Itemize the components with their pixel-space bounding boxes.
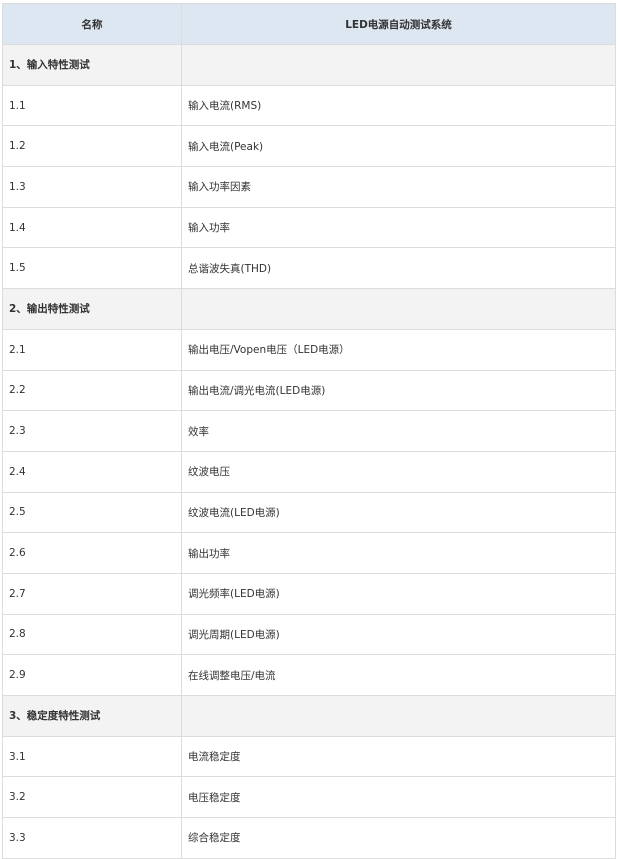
item-name-cell: 电压稳定度: [181, 776, 616, 819]
table-body: 1、输入特性测试 1.1 输入电流(RMS) 1.2 输入电流(Peak) 1.3 输入功率…: [2, 44, 616, 859]
item-number-cell: 2.8: [2, 613, 182, 656]
table-row: 2.1 输出电压/Vopen电压（LED电源）: [2, 328, 616, 371]
item-number-cell: 2.9: [2, 654, 182, 696]
table-row: 1.3 输入功率因素: [2, 166, 616, 208]
item-name-cell: 输入功率因素: [181, 166, 616, 208]
section-empty-cell: [181, 44, 616, 86]
table-row: 2.7 调光频率(LED电源): [2, 572, 616, 615]
table-row: 2.9 在线调整电压/电流: [2, 654, 616, 696]
table-row: 2.6 输出功率: [2, 532, 616, 574]
item-name-cell: 输入功率: [181, 206, 616, 249]
item-name-cell: 总谐波失真(THD): [181, 247, 616, 290]
table-row: 2.5 纹波电流(LED电源): [2, 491, 616, 534]
item-name-cell: 输出电流/调光电流(LED电源): [181, 369, 616, 412]
item-number-cell: 2.2: [2, 369, 182, 412]
item-number-cell: 1.4: [2, 206, 182, 249]
section-empty-cell: [181, 288, 616, 330]
table-row: 3.1 电流稳定度: [2, 735, 616, 778]
header-system-cell: LED电源自动测试系统: [181, 3, 616, 45]
section-title-cell: 3、稳定度特性测试: [2, 695, 182, 737]
section-empty-cell: [181, 695, 616, 737]
item-number-cell: 1.2: [2, 125, 182, 168]
item-name-cell: 纹波电压: [181, 450, 616, 493]
item-number-cell: 2.6: [2, 532, 182, 574]
item-name-cell: 调光周期(LED电源): [181, 613, 616, 656]
table-row: 1.2 输入电流(Peak): [2, 125, 616, 168]
item-number-cell: 2.5: [2, 491, 182, 534]
table-header: 名称 LED电源自动测试系统: [2, 3, 616, 45]
table-row: 1.4 输入功率: [2, 206, 616, 249]
item-name-cell: 输出功率: [181, 532, 616, 574]
section-row: 2、输出特性测试: [2, 288, 616, 330]
table-row: 3.2 电压稳定度: [2, 776, 616, 819]
section-title-cell: 1、输入特性测试: [2, 44, 182, 86]
item-number-cell: 1.5: [2, 247, 182, 290]
item-number-cell: 1.1: [2, 84, 182, 127]
table-row: 2.4 纹波电压: [2, 450, 616, 493]
item-number-cell: 3.2: [2, 776, 182, 819]
item-number-cell: 2.3: [2, 410, 182, 452]
item-number-cell: 1.3: [2, 166, 182, 208]
item-number-cell: 2.7: [2, 572, 182, 615]
table-row: 2.8 调光周期(LED电源): [2, 613, 616, 656]
item-number-cell: 3.1: [2, 735, 182, 778]
item-name-cell: 效率: [181, 410, 616, 452]
section-row: 1、输入特性测试: [2, 44, 616, 86]
item-name-cell: 输入电流(RMS): [181, 84, 616, 127]
item-name-cell: 纹波电流(LED电源): [181, 491, 616, 534]
item-number-cell: 3.3: [2, 817, 182, 859]
item-number-cell: 2.4: [2, 450, 182, 493]
item-number-cell: 2.1: [2, 328, 182, 371]
table-row: 1.5 总谐波失真(THD): [2, 247, 616, 290]
table-row: 3.3 综合稳定度: [2, 817, 616, 859]
section-row: 3、稳定度特性测试: [2, 695, 616, 737]
header-row: 名称 LED电源自动测试系统: [2, 3, 616, 45]
table-row: 2.2 输出电流/调光电流(LED电源): [2, 369, 616, 412]
item-name-cell: 输入电流(Peak): [181, 125, 616, 168]
item-name-cell: 调光频率(LED电源): [181, 572, 616, 615]
table-row: 2.3 效率: [2, 410, 616, 452]
section-title-cell: 2、输出特性测试: [2, 288, 182, 330]
item-name-cell: 在线调整电压/电流: [181, 654, 616, 696]
spec-table-container: 名称 LED电源自动测试系统 1、输入特性测试 1.1 输入电流(RMS) 1.2 输入…: [2, 3, 616, 859]
item-name-cell: 电流稳定度: [181, 735, 616, 778]
header-name-cell: 名称: [2, 3, 182, 45]
item-name-cell: 综合稳定度: [181, 817, 616, 859]
item-name-cell: 输出电压/Vopen电压（LED电源）: [181, 328, 616, 371]
test-items-table: 名称 LED电源自动测试系统 1、输入特性测试 1.1 输入电流(RMS) 1.2 输入…: [2, 3, 616, 859]
table-row: 1.1 输入电流(RMS): [2, 84, 616, 127]
